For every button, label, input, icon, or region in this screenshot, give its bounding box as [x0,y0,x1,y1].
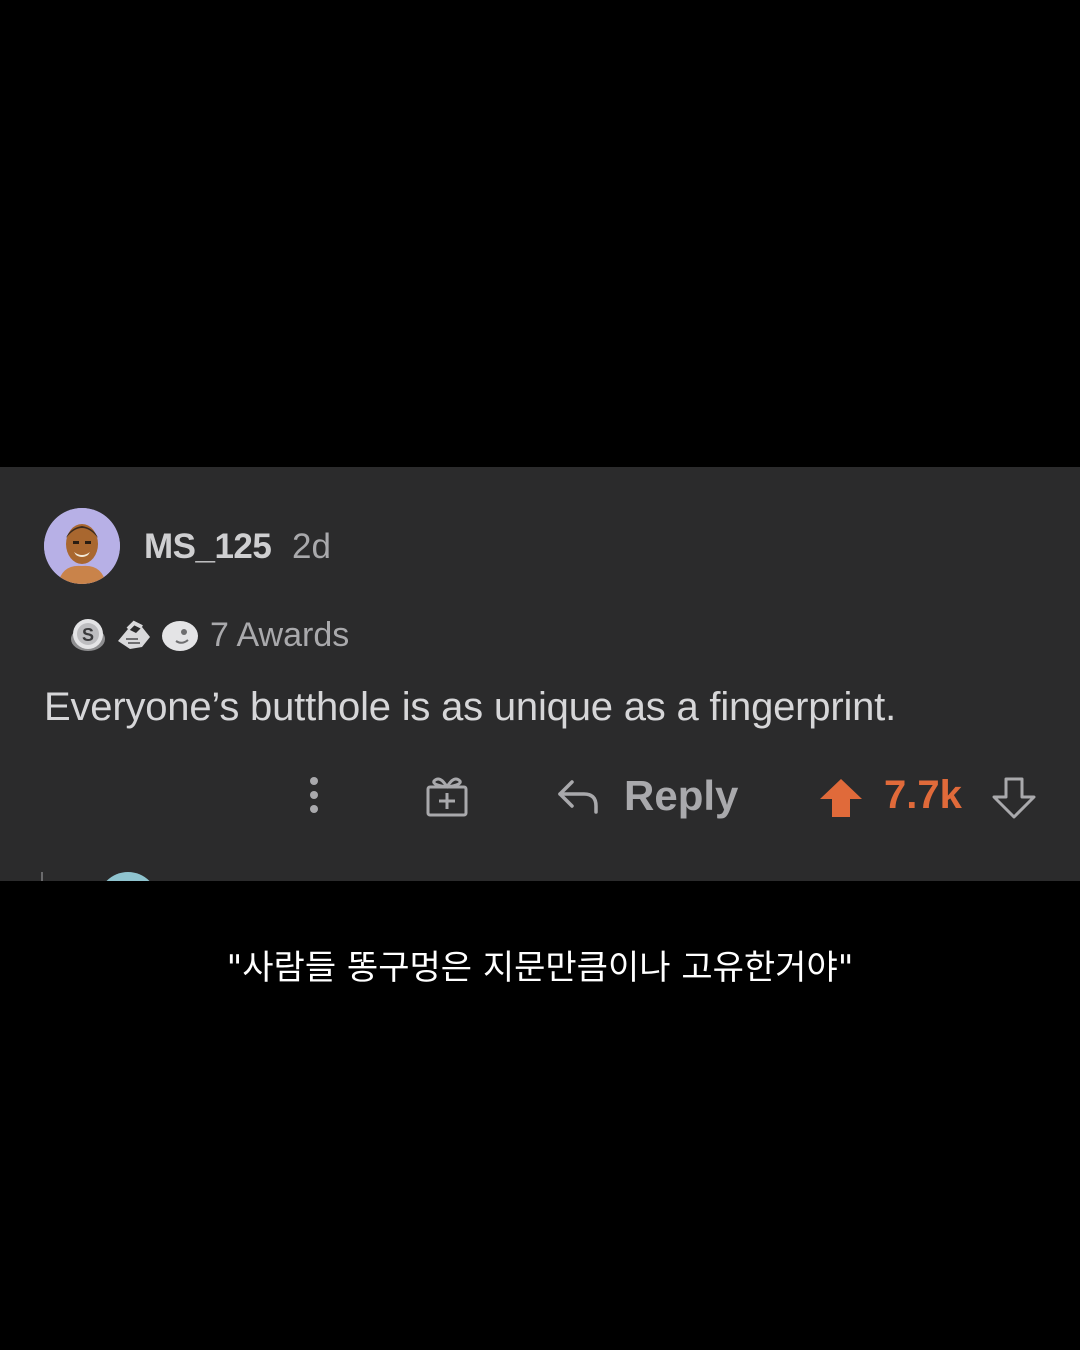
awards-count-label: 7 Awards [210,615,350,654]
ghost-award-icon [160,615,200,655]
more-options-button[interactable] [296,773,332,817]
next-comment-avatar [98,872,158,881]
gift-award-icon [426,777,468,817]
svg-text:S: S [82,625,94,645]
comment-body: Everyone’s butthole is as unique as a fi… [44,685,897,729]
user-avatar[interactable] [44,508,120,584]
comment-card: MS_125 2d S 7 Awards Everyone’s butthole… [0,467,1080,881]
vote-score: 7.7k [884,773,962,817]
avatar-illustration-icon [44,508,120,584]
upvote-arrow-icon [820,779,862,817]
handshake-award-icon [114,615,154,655]
username[interactable]: MS_125 [144,527,272,567]
awards-row[interactable]: S 7 Awards [68,613,349,657]
reply-arrow-icon [558,780,598,814]
reply-label: Reply [624,772,739,819]
post-age: 2d [292,527,331,566]
give-award-button[interactable] [424,773,470,819]
thread-line [41,872,43,881]
downvote-arrow-icon [992,777,1036,819]
upvote-button[interactable] [818,777,864,819]
subtitle-caption: "사람들 똥구멍은 지문만큼이나 고유한거야" [226,948,854,988]
downvote-button[interactable] [992,777,1036,819]
reply-button[interactable]: Reply [556,770,738,822]
silver-coin-award-icon: S [68,615,108,655]
more-vertical-icon [310,777,318,813]
